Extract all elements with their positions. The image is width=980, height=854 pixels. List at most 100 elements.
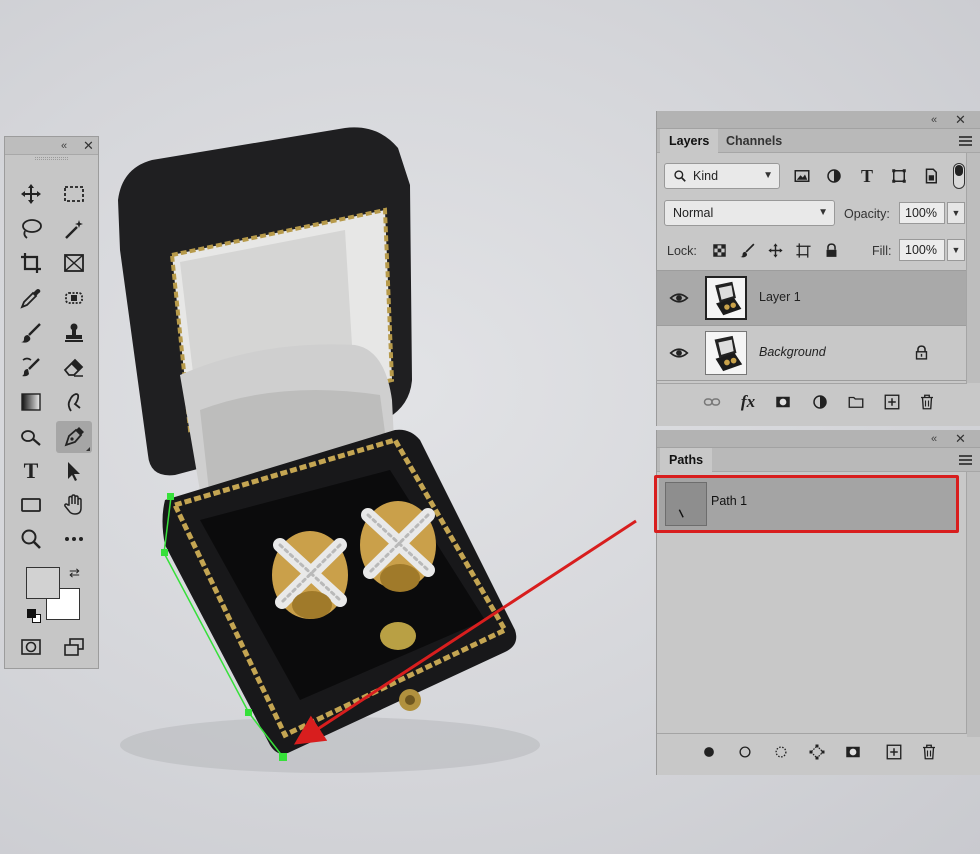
- lock-icon[interactable]: [913, 344, 930, 361]
- brush-icon: [739, 243, 754, 257]
- panel-menu-icon[interactable]: [959, 136, 972, 146]
- add-mask-button[interactable]: [843, 742, 863, 762]
- lock-all-button[interactable]: [820, 239, 842, 261]
- half-circle-icon: [827, 169, 841, 183]
- new-layer-button[interactable]: [882, 392, 902, 412]
- layer-name[interactable]: Background: [759, 345, 826, 359]
- fill-stepper[interactable]: ▼: [947, 239, 965, 261]
- history-brush-icon: [22, 357, 40, 377]
- rectangle-tool[interactable]: [13, 489, 49, 521]
- visibility-eye-icon[interactable]: [669, 343, 689, 363]
- spot-healing-tool[interactable]: [56, 282, 92, 314]
- magic-wand-tool[interactable]: [56, 213, 92, 245]
- gradient-icon: [21, 393, 41, 411]
- paths-panel-header[interactable]: « ✕: [657, 430, 980, 448]
- opacity-stepper[interactable]: ▼: [947, 202, 965, 224]
- filter-shape-button[interactable]: [888, 165, 910, 187]
- lock-transparent-pixels-button[interactable]: [708, 239, 730, 261]
- layer-row-background[interactable]: Background: [657, 326, 967, 380]
- rectangular-marquee-icon: [64, 186, 84, 202]
- collapse-icon[interactable]: «: [61, 139, 67, 153]
- opacity-input[interactable]: 100%: [899, 202, 945, 224]
- delete-path-button[interactable]: [919, 742, 939, 762]
- crop-icon: [21, 253, 41, 273]
- smudge-tool[interactable]: [56, 386, 92, 418]
- lock-artboard-button[interactable]: [792, 239, 814, 261]
- brush-icon: [21, 323, 41, 343]
- dodge-tool[interactable]: [13, 421, 49, 453]
- close-icon[interactable]: ✕: [955, 112, 966, 127]
- foreground-color-swatch[interactable]: [26, 567, 60, 599]
- new-path-button[interactable]: [884, 742, 904, 762]
- blend-mode-value: Normal: [673, 206, 714, 220]
- screen-mode-button[interactable]: [56, 631, 92, 663]
- layer-filter-dropdown[interactable]: Kind ▼: [664, 163, 780, 189]
- lock-position-button[interactable]: [764, 239, 786, 261]
- tab-channels[interactable]: Channels: [717, 129, 791, 153]
- gradient-tool[interactable]: [13, 386, 49, 418]
- tab-layers[interactable]: Layers: [660, 129, 719, 153]
- panel-menu-icon[interactable]: [959, 455, 972, 465]
- collapse-icon[interactable]: «: [931, 113, 937, 127]
- hand-tool[interactable]: [56, 489, 92, 521]
- type-tool[interactable]: T: [13, 455, 49, 487]
- link-icon: [703, 398, 721, 406]
- eyedropper-icon: [20, 289, 41, 309]
- frame-tool[interactable]: [56, 247, 92, 279]
- tab-paths[interactable]: Paths: [660, 448, 713, 472]
- visibility-eye-icon[interactable]: [669, 288, 689, 308]
- filter-pixel-button[interactable]: [791, 165, 813, 187]
- move-icon: [767, 242, 783, 258]
- make-work-path-button[interactable]: [807, 742, 827, 762]
- fill-path-button[interactable]: [699, 742, 719, 762]
- collapse-icon[interactable]: «: [931, 432, 937, 446]
- lasso-icon: [22, 219, 42, 239]
- link-layers-button[interactable]: [702, 392, 722, 412]
- marquee-tool[interactable]: [56, 178, 92, 210]
- tools-panel-header[interactable]: « ✕: [5, 137, 98, 155]
- layer-thumbnail: [705, 331, 747, 375]
- stroke-path-button[interactable]: [735, 742, 755, 762]
- tools-panel: « ✕ T ⇄: [4, 136, 99, 669]
- default-colors-icon[interactable]: [27, 609, 41, 623]
- eraser-tool[interactable]: [56, 351, 92, 383]
- jewelry-box-thumbnail-icon: [707, 278, 745, 318]
- add-mask-button[interactable]: [773, 392, 793, 412]
- more-tools[interactable]: [56, 523, 92, 555]
- blend-mode-dropdown[interactable]: Normal ▼: [664, 200, 835, 226]
- new-group-button[interactable]: [846, 392, 866, 412]
- paths-footer: [657, 733, 967, 769]
- path-selection-tool[interactable]: [56, 455, 92, 487]
- arrow-icon: [68, 462, 80, 481]
- clone-stamp-tool[interactable]: [56, 317, 92, 349]
- adjustment-layer-button[interactable]: [810, 392, 830, 412]
- quick-mask-button[interactable]: [13, 631, 49, 663]
- layer-row-layer-1[interactable]: Layer 1: [657, 271, 967, 325]
- eyedropper-tool[interactable]: [13, 282, 49, 314]
- layer-style-button[interactable]: fx: [738, 392, 758, 412]
- filter-type-button[interactable]: T: [856, 165, 878, 187]
- panel-grip[interactable]: [35, 157, 68, 160]
- fill-input[interactable]: 100%: [899, 239, 945, 261]
- layers-panel-header[interactable]: « ✕: [657, 111, 980, 129]
- brush-tool[interactable]: [13, 317, 49, 349]
- load-as-selection-button[interactable]: [771, 742, 791, 762]
- zoom-tool[interactable]: [13, 523, 49, 555]
- layers-scrollbar[interactable]: [966, 153, 980, 383]
- close-icon[interactable]: ✕: [955, 431, 966, 446]
- opacity-label: Opacity:: [844, 207, 890, 221]
- delete-layer-button[interactable]: [917, 392, 937, 412]
- filter-toggle[interactable]: [953, 163, 965, 189]
- crop-tool[interactable]: [13, 247, 49, 279]
- move-tool[interactable]: [13, 178, 49, 210]
- layer-name[interactable]: Layer 1: [759, 290, 801, 304]
- lasso-tool[interactable]: [13, 213, 49, 245]
- close-icon[interactable]: ✕: [83, 138, 94, 153]
- swap-colors-icon[interactable]: ⇄: [69, 565, 80, 581]
- pen-tool[interactable]: [56, 421, 92, 453]
- paths-scrollbar[interactable]: [966, 472, 980, 737]
- lock-image-pixels-button[interactable]: [736, 239, 758, 261]
- filter-adjustment-button[interactable]: [823, 165, 845, 187]
- filter-smart-object-button[interactable]: [920, 165, 942, 187]
- history-brush-tool[interactable]: [13, 351, 49, 383]
